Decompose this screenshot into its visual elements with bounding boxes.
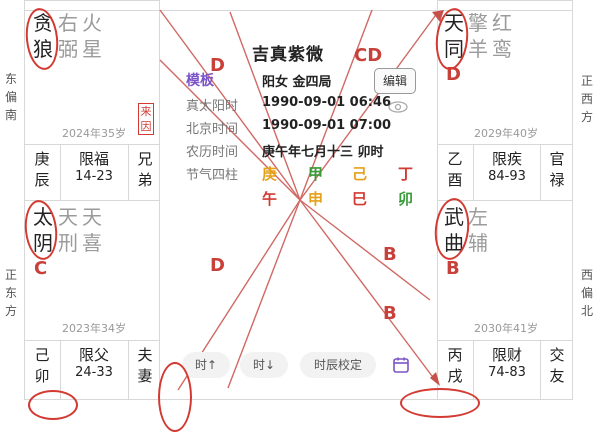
annotation-oval (400, 388, 480, 418)
info-value: 1990-09-01 07:00 (262, 118, 392, 133)
info-label: 北京时间 (186, 122, 239, 137)
info-value: 庚午年七月十三 卯时 (262, 145, 384, 160)
annotation-oval (28, 390, 78, 420)
annotation-b: B (383, 303, 397, 324)
next-hour-button[interactable]: 时↓ (240, 352, 288, 378)
prev-hour-button[interactable]: 时↑ (182, 352, 230, 378)
annotation-line (299, 199, 431, 301)
calendar-icon[interactable] (392, 356, 410, 374)
pillar-branch: 午 (262, 190, 278, 208)
annotation-b: B (383, 244, 397, 265)
annotation-d: D (210, 55, 225, 76)
pillar-stem: 庚 (262, 165, 278, 183)
annotation-oval (158, 362, 192, 432)
annotation-d: D (210, 255, 225, 276)
pillar-stem: 丁 (398, 165, 414, 183)
info-label: 真太阳时 (186, 99, 239, 114)
info-label: 节气四柱 (186, 168, 239, 183)
calibrate-hour-button[interactable]: 时辰校定 (300, 352, 376, 378)
pillar-branch: 申 (308, 190, 324, 208)
pillar-stem: 甲 (308, 165, 324, 183)
chart-title: 吉真紫微 (252, 45, 324, 65)
pillar-branch: 卯 (398, 190, 414, 208)
info-value: 1990-09-01 06:46 (262, 95, 392, 110)
pillar-branch: 巳 (352, 190, 368, 208)
annotation-cd: CD (354, 45, 383, 66)
edit-button[interactable]: 编辑 (374, 68, 416, 94)
info-label: 农历时间 (186, 145, 239, 160)
gender-ju: 阳女 金四局 (262, 75, 332, 90)
pillar-stem: 己 (352, 165, 368, 183)
arrow-head (430, 372, 440, 386)
